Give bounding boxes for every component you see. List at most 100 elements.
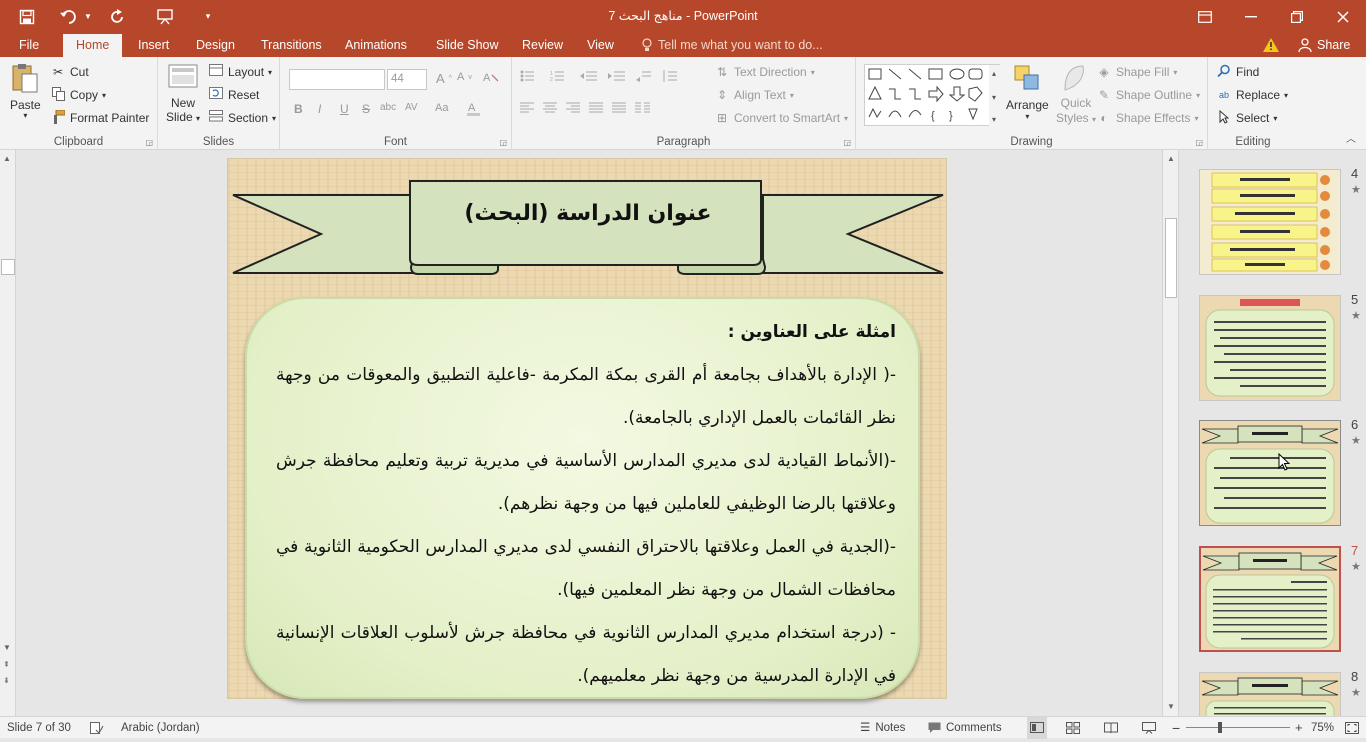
font-size-input[interactable]: 44 — [387, 69, 427, 90]
find-button[interactable]: Find — [1216, 64, 1259, 80]
font-dialog-launcher-icon[interactable]: ◲ — [499, 138, 507, 147]
arrange-button[interactable]: Arrange ▾ — [1006, 64, 1049, 121]
replace-button[interactable]: ab Replace ▾ — [1216, 87, 1288, 103]
tab-animations[interactable]: Animations — [345, 33, 407, 57]
bullets-icon[interactable] — [520, 70, 540, 85]
text-shadow-button[interactable]: abc — [380, 102, 396, 113]
decrease-indent-icon[interactable] — [580, 70, 598, 85]
italic-button[interactable]: I — [318, 102, 321, 116]
thumbnail-slide-8[interactable] — [1199, 672, 1341, 716]
reset-button[interactable]: Reset — [208, 87, 259, 103]
bold-button[interactable]: B — [294, 102, 303, 116]
tab-transitions[interactable]: Transitions — [261, 33, 322, 57]
layout-button[interactable]: Layout ▾ — [208, 64, 272, 80]
distributed-icon[interactable] — [612, 102, 626, 117]
left-scrollbar[interactable]: ▲ ▼ ⇞ ⇟ — [0, 150, 16, 716]
slide-scrollbar[interactable]: ▲ ▼ — [1162, 150, 1179, 716]
clear-formatting-icon[interactable]: A — [483, 70, 499, 84]
tab-view[interactable]: View — [587, 33, 614, 57]
thumbnail-slide-7[interactable] — [1199, 546, 1341, 652]
undo-dropdown-icon[interactable]: ▼ — [82, 0, 94, 33]
format-painter-button[interactable]: Format Painter — [50, 109, 149, 126]
select-button[interactable]: Select ▾ — [1216, 109, 1277, 126]
comments-button[interactable]: Comments — [928, 717, 1002, 739]
scroll-up-icon[interactable]: ▲ — [3, 154, 11, 163]
underline-button[interactable]: U — [340, 102, 349, 116]
tell-me-box[interactable]: Tell me what you want to do... — [642, 33, 823, 57]
language-indicator[interactable]: Arabic (Jordan) — [121, 717, 200, 739]
scroll-thumb[interactable] — [1, 259, 15, 275]
zoom-out-button[interactable]: − — [1172, 717, 1180, 739]
thumbnail-slide-4[interactable] — [1199, 169, 1341, 275]
dialog-launcher-icon[interactable]: ◲ — [145, 138, 153, 147]
tab-design[interactable]: Design — [196, 33, 235, 57]
align-right-icon[interactable] — [566, 102, 580, 117]
font-color-button[interactable]: A — [466, 100, 482, 116]
zoom-in-button[interactable]: + — [1295, 717, 1303, 739]
rtl-icon[interactable] — [636, 70, 652, 85]
shape-outline-button[interactable]: ✎ Shape Outline ▾ — [1096, 87, 1200, 103]
decrease-font-icon[interactable]: Av — [457, 71, 472, 83]
section-button[interactable]: Section ▾ — [208, 110, 276, 126]
next-slide-icon[interactable]: ⇟ — [3, 676, 10, 685]
slide-scroll-down-icon[interactable]: ▼ — [1167, 702, 1175, 711]
line-spacing-icon[interactable] — [662, 70, 678, 85]
thumbnail-slide-5[interactable] — [1199, 295, 1341, 401]
slide-title[interactable]: عنوان الدراسة (البحث) — [228, 201, 948, 226]
paste-button[interactable]: Paste ▾ — [10, 63, 41, 120]
present-icon[interactable] — [153, 0, 177, 33]
justify-icon[interactable] — [589, 102, 603, 117]
save-icon[interactable] — [16, 0, 38, 33]
normal-view-icon[interactable] — [1027, 717, 1047, 739]
zoom-slider[interactable] — [1186, 717, 1290, 739]
align-left-icon[interactable] — [520, 102, 534, 117]
collapse-ribbon-icon[interactable]: ︿ — [1346, 130, 1356, 145]
zoom-level[interactable]: 75% — [1311, 717, 1334, 739]
slide-scroll-thumb[interactable] — [1165, 218, 1177, 298]
slide-sorter-icon[interactable] — [1066, 717, 1080, 739]
redo-icon[interactable] — [106, 0, 128, 33]
undo-icon[interactable] — [58, 0, 80, 33]
align-text-button[interactable]: ⇕ Align Text ▾ — [714, 87, 794, 103]
ribbon-display-icon[interactable] — [1190, 0, 1220, 33]
numbering-icon[interactable]: 12 — [550, 70, 570, 85]
shape-effects-button[interactable]: ◐ Shape Effects ▾ — [1096, 110, 1198, 126]
tab-review[interactable]: Review — [522, 33, 563, 57]
shapes-gallery[interactable]: {} ▴ ▾ ▾ — [864, 64, 1001, 127]
warning-icon[interactable] — [1263, 33, 1279, 57]
align-center-icon[interactable] — [543, 102, 557, 117]
tab-insert[interactable]: Insert — [138, 33, 169, 57]
increase-font-icon[interactable]: A ^ — [436, 71, 452, 86]
tab-home[interactable]: Home — [63, 34, 123, 57]
reading-view-icon[interactable] — [1104, 717, 1118, 739]
text-direction-button[interactable]: ⇅ Text Direction ▾ — [714, 64, 815, 80]
slide-show-view-icon[interactable] — [1142, 717, 1156, 739]
share-button[interactable]: Share — [1298, 33, 1350, 57]
tab-slide-show[interactable]: Slide Show — [436, 33, 499, 57]
close-icon[interactable] — [1328, 0, 1358, 33]
character-spacing-button[interactable]: AV — [405, 102, 418, 113]
restore-icon[interactable] — [1282, 0, 1312, 33]
smartart-button[interactable]: ⊞ Convert to SmartArt ▾ — [714, 110, 848, 126]
shape-fill-button[interactable]: ◈ Shape Fill ▾ — [1096, 64, 1177, 80]
minimize-icon[interactable] — [1236, 0, 1266, 33]
paragraph-dialog-launcher-icon[interactable]: ◲ — [843, 138, 851, 147]
scroll-down-icon[interactable]: ▼ — [3, 643, 11, 652]
quick-styles-button[interactable]: Quick Styles ▾ — [1056, 64, 1096, 125]
cut-button[interactable]: ✂ Cut — [50, 64, 89, 80]
increase-indent-icon[interactable] — [608, 70, 626, 85]
notes-button[interactable]: ☰ Notes — [860, 717, 905, 739]
spell-check-icon[interactable] — [90, 717, 104, 739]
new-slide-button[interactable]: New Slide ▾ — [166, 64, 200, 124]
columns-icon[interactable] — [635, 102, 651, 117]
font-name-input[interactable] — [289, 69, 385, 90]
prev-slide-icon[interactable]: ⇞ — [3, 660, 10, 669]
customize-icon[interactable]: ▾ — [200, 0, 216, 33]
tab-file[interactable]: File — [19, 33, 39, 57]
drawing-dialog-launcher-icon[interactable]: ◲ — [1195, 138, 1203, 147]
fit-slide-icon[interactable] — [1345, 717, 1359, 739]
thumbnail-slide-6[interactable] — [1199, 420, 1341, 526]
slide-body-text[interactable]: امثلة على العناوين : -( الإدارة بالأهداف… — [276, 311, 896, 698]
slide-scroll-up-icon[interactable]: ▲ — [1167, 154, 1175, 163]
change-case-button[interactable]: Aa — [435, 102, 448, 114]
